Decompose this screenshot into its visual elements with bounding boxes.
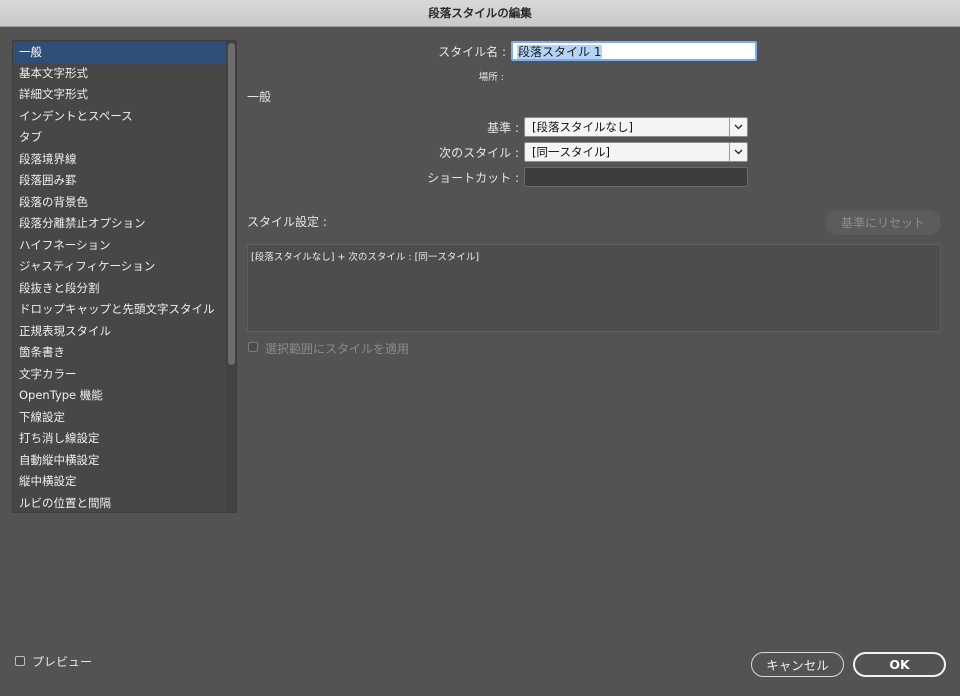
style-name-label: スタイル名 : — [438, 45, 506, 59]
style-settings-summary: [段落スタイルなし] + 次のスタイル : [同一スタイル] — [247, 244, 941, 332]
category-item-keep-options[interactable]: 段落分離禁止オプション — [13, 213, 226, 234]
style-name-input[interactable]: 段落スタイル 1 — [511, 41, 757, 61]
shortcut-input[interactable] — [524, 167, 748, 187]
category-item-paragraph-rules[interactable]: 段落境界線 — [13, 149, 226, 170]
apply-to-selection-label: 選択範囲にスタイルを適用 — [265, 342, 410, 356]
based-on-label: 基準 : — [487, 121, 519, 135]
title-bar: 段落スタイルの編集 — [0, 0, 960, 27]
category-item-justification[interactable]: ジャスティフィケーション — [13, 256, 226, 277]
category-item-character-color[interactable]: 文字カラー — [13, 364, 226, 385]
category-item-hyphenation[interactable]: ハイフネーション — [13, 235, 226, 256]
style-settings-text: [段落スタイルなし] + 次のスタイル : [同一スタイル] — [251, 252, 480, 263]
cancel-button[interactable]: キャンセル — [751, 652, 844, 677]
category-item-paragraph-border[interactable]: 段落囲み罫 — [13, 170, 226, 191]
chevron-down-icon — [729, 118, 747, 136]
category-item-paragraph-shading[interactable]: 段落の背景色 — [13, 192, 226, 213]
style-settings-label: スタイル設定 : — [247, 215, 327, 229]
category-list[interactable]: 一般 基本文字形式 詳細文字形式 インデントとスペース タブ 段落境界線 段落囲… — [12, 40, 237, 513]
next-style-value: [同一スタイル] — [532, 145, 610, 159]
category-item-advanced-character-formats[interactable]: 詳細文字形式 — [13, 84, 226, 105]
preview-label: プレビュー — [32, 655, 93, 669]
chevron-down-icon — [729, 143, 747, 161]
category-item-general[interactable]: 一般 — [13, 42, 226, 63]
category-item-strikethrough-options[interactable]: 打ち消し線設定 — [13, 428, 226, 449]
shortcut-label: ショートカット : — [427, 171, 519, 185]
scrollbar-thumb[interactable] — [228, 43, 235, 365]
category-item-underline-options[interactable]: 下線設定 — [13, 407, 226, 428]
category-item-tabs[interactable]: タブ — [13, 127, 226, 148]
next-style-label: 次のスタイル : — [439, 146, 519, 160]
category-item-tate-chu-yoko[interactable]: 縦中横設定 — [13, 471, 226, 492]
apply-to-selection-checkbox[interactable] — [248, 342, 258, 352]
style-name-value: 段落スタイル 1 — [517, 45, 603, 59]
category-item-opentype-features[interactable]: OpenType 機能 — [13, 385, 226, 406]
section-title: 一般 — [247, 90, 272, 104]
based-on-value: [段落スタイルなし] — [532, 120, 633, 134]
category-item-span-columns[interactable]: 段抜きと段分割 — [13, 278, 226, 299]
category-item-ruby-placement[interactable]: ルビの位置と間隔 — [13, 493, 226, 512]
ok-button[interactable]: OK — [853, 652, 946, 677]
next-style-dropdown[interactable]: [同一スタイル] — [524, 142, 748, 162]
preview-checkbox[interactable] — [15, 656, 25, 666]
based-on-dropdown[interactable]: [段落スタイルなし] — [524, 117, 748, 137]
category-item-auto-tate-chu-yoko[interactable]: 自動縦中横設定 — [13, 450, 226, 471]
category-item-indents-and-spacing[interactable]: インデントとスペース — [13, 106, 226, 127]
category-item-bullets-and-numbering[interactable]: 箇条書き — [13, 342, 226, 363]
category-list-scrollbar[interactable] — [226, 41, 236, 512]
window-title: 段落スタイルの編集 — [428, 6, 532, 20]
category-item-grep-styles[interactable]: 正規表現スタイル — [13, 321, 226, 342]
reset-to-base-button[interactable]: 基準にリセット — [825, 210, 941, 235]
location-label: 場所 : — [478, 72, 504, 83]
category-item-basic-character-formats[interactable]: 基本文字形式 — [13, 63, 226, 84]
category-item-drop-caps[interactable]: ドロップキャップと先頭文字スタイル — [13, 299, 226, 320]
